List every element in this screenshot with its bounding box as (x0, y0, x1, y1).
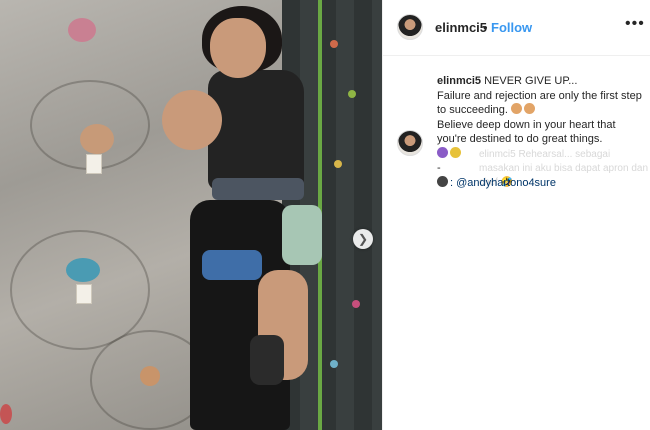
caption-line-2: Failure and rejection are only the first… (437, 89, 642, 117)
caption-line-1: NEVER GIVE UP... (484, 75, 578, 87)
caption-avatar[interactable] (397, 130, 423, 156)
post-caption: elinmci5 NEVER GIVE UP... Failure and re… (437, 74, 643, 190)
caption-line-3: Believe deep down in your heart that you… (437, 118, 616, 146)
climbing-harness (212, 178, 304, 200)
flexed-biceps-icon (511, 103, 522, 114)
route-tag (76, 284, 92, 304)
climbing-hold (352, 300, 360, 308)
mention-link[interactable]: : @andyhartono4sure (450, 177, 556, 189)
post-header: elinmci5 • Follow ••• (383, 0, 650, 56)
more-options-icon[interactable]: ••• (625, 15, 645, 33)
caption-username[interactable]: elinmci5 (437, 75, 481, 87)
flexed-biceps-icon (524, 103, 535, 114)
climber-shirt (208, 70, 304, 190)
caption-line-4: - (437, 162, 441, 174)
header-username[interactable]: elinmci5 (435, 20, 487, 35)
chalk-bag (282, 205, 322, 265)
climbing-hold (334, 160, 342, 168)
climber (150, 0, 330, 430)
separator-dot: • (483, 20, 488, 35)
sparkles-icon (450, 146, 461, 158)
climbing-hold (80, 124, 114, 154)
camera-icon (437, 175, 448, 187)
climbing-hold (66, 258, 100, 282)
crystal-ball-icon (437, 146, 448, 158)
post-side-panel: elinmci5 • Follow ••• elinmci5 Rehearsal… (382, 0, 650, 430)
route-tag (86, 154, 102, 174)
climbing-hold (330, 360, 338, 368)
climbing-hold (330, 40, 338, 48)
chevron-right-icon[interactable]: ❯ (353, 229, 373, 249)
avatar[interactable] (397, 14, 423, 40)
climbing-hold (0, 404, 12, 424)
harness-pad (202, 250, 262, 280)
follow-button[interactable]: Follow (491, 20, 532, 35)
post-photo[interactable]: ❯ (0, 0, 382, 430)
climbing-hold (68, 18, 96, 42)
climbing-hold (348, 90, 356, 98)
climbing-shoe (250, 335, 284, 385)
climber-face (210, 18, 266, 78)
